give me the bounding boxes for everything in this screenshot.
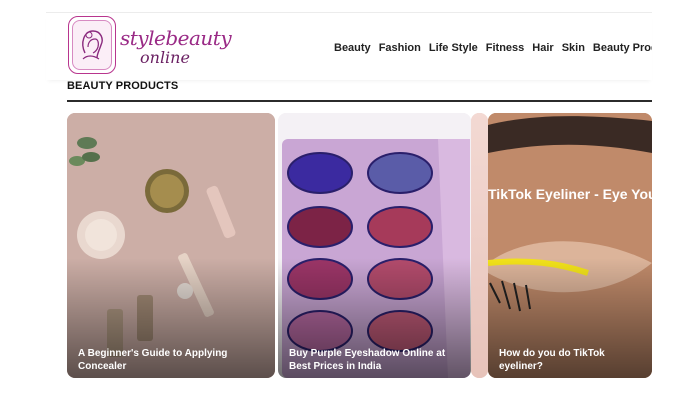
card-peek-image [471,113,488,378]
article-card-peek[interactable] [471,113,488,378]
nav-item-hair[interactable]: Hair [532,42,553,54]
logo-wordmark-line2: online [140,48,190,67]
site-header: stylebeauty online Beauty Fashion Life Sty… [46,14,652,80]
nav-item-beauty[interactable]: Beauty [334,42,371,54]
top-divider [46,12,652,13]
article-card-eyeshadow[interactable]: Buy Purple Eyeshadow Online at Best Pric… [278,113,471,378]
site-logo-wordmark[interactable]: stylebeauty online [120,22,232,68]
logo-wordmark-line1: stylebeauty [120,26,232,50]
product-carousel: A Beginner's Guide to Applying Concealer… [67,113,652,378]
article-title[interactable]: How do you do TikTok eyeliner? [499,347,642,373]
logo-woman-icon [72,20,112,70]
nav-item-fitness[interactable]: Fitness [486,42,525,54]
section-title: BEAUTY PRODUCTS [67,80,179,92]
article-title[interactable]: Buy Purple Eyeshadow Online at Best Pric… [289,347,461,373]
article-title[interactable]: A Beginner's Guide to Applying Concealer [78,347,265,373]
nav-item-skin[interactable]: Skin [562,42,585,54]
section-divider [67,100,652,102]
overlay-headline: TikTok Eyeliner - Eye You Need to Try i [488,186,652,202]
main-nav: Beauty Fashion Life Style Fitness Hair Skin Be… [334,38,652,54]
article-card-tiktok-eyeliner[interactable]: TikTok Eyeliner - Eye You Need to Try i … [488,113,652,378]
nav-item-life-style[interactable]: Life Style [429,42,478,54]
nav-item-fashion[interactable]: Fashion [379,42,421,54]
logo-icon[interactable] [68,16,116,74]
article-card-concealer[interactable]: A Beginner's Guide to Applying Concealer [67,113,275,378]
nav-item-beauty-products[interactable]: Beauty Products [593,42,652,54]
